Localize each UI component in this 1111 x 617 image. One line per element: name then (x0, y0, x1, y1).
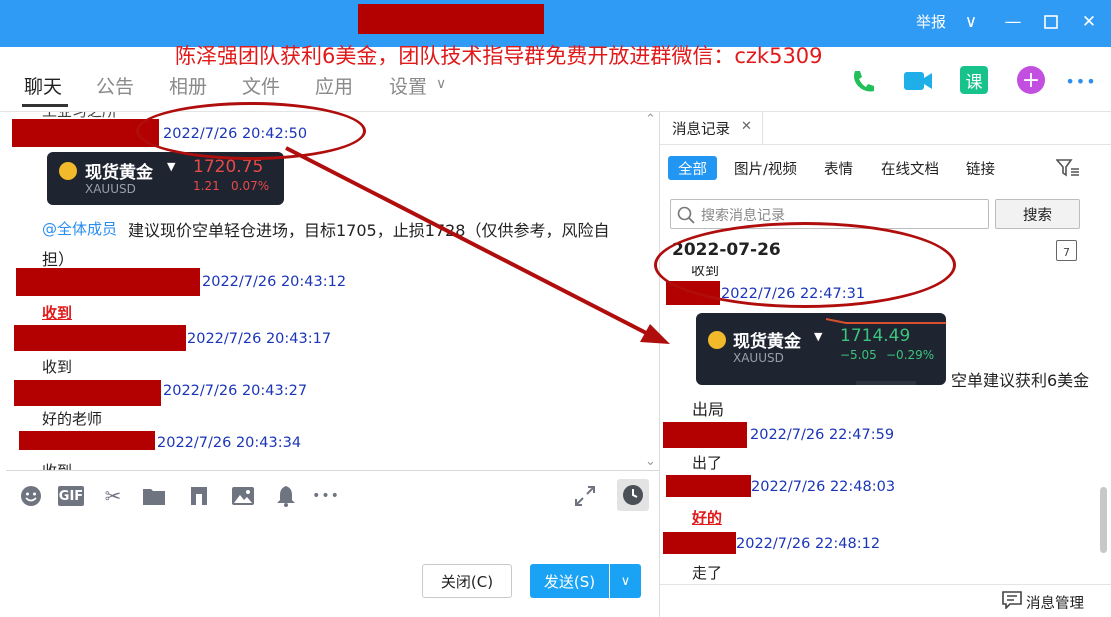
annotation-arrow (285, 146, 670, 344)
